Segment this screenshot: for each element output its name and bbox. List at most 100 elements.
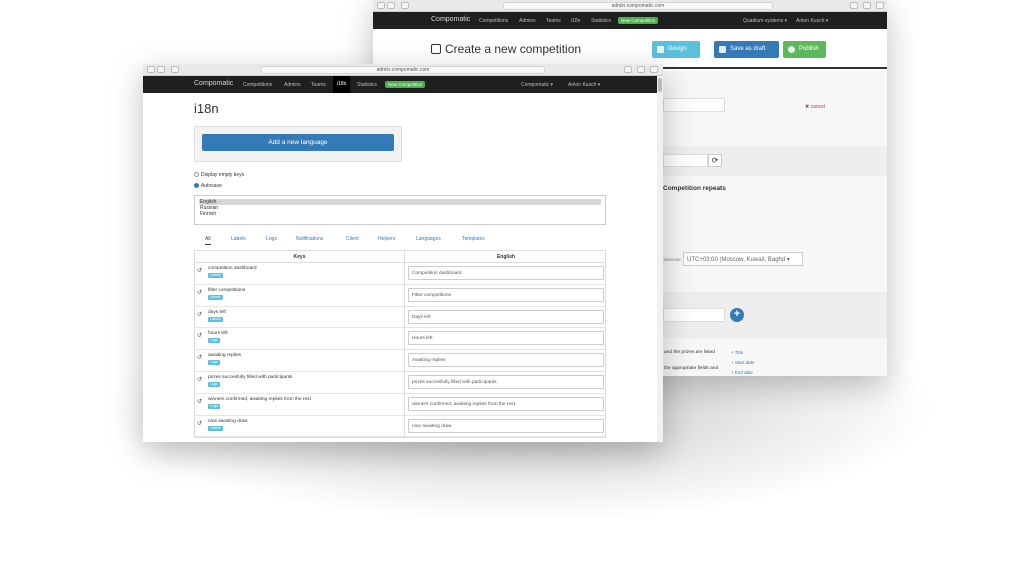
undo-icon[interactable]: ↺ xyxy=(197,420,202,427)
undo-icon[interactable]: ↺ xyxy=(197,376,202,383)
category-tag: Logs xyxy=(208,403,220,409)
prize-field[interactable] xyxy=(663,308,725,322)
brand-logo[interactable]: Compomatic xyxy=(431,16,470,23)
translation-input[interactable]: winners confirmed, awaiting replies from… xyxy=(408,396,604,411)
share-icon[interactable] xyxy=(850,2,858,9)
nav-teams[interactable]: Teams xyxy=(311,82,326,88)
autosave-option[interactable]: Autosave xyxy=(194,183,222,189)
translation-input[interactable]: prizes succesfully filled with participa… xyxy=(408,374,604,389)
sidebar-icon[interactable] xyxy=(401,2,409,9)
empty-keys-option[interactable]: Display empty keys xyxy=(194,172,244,178)
org-menu[interactable]: Compomatic ▾ xyxy=(521,82,553,88)
category-tag: Logs xyxy=(208,338,220,344)
tab-languages[interactable]: Languages xyxy=(416,236,441,242)
top-navbar: Compomatic Competitions Admins Teams i18… xyxy=(373,12,887,29)
prizes-help-text: and the prizes are listed xyxy=(664,350,715,355)
english-column-header: English xyxy=(404,251,607,263)
translation-input[interactable]: Days left xyxy=(408,309,604,324)
nav-competitions[interactable]: Competitions xyxy=(243,82,272,88)
tab-all[interactable]: All xyxy=(205,236,211,245)
title-field[interactable] xyxy=(663,98,725,112)
publish-button[interactable]: Publish xyxy=(783,41,826,58)
timezone-select[interactable]: UTC+03:00 (Moscow, Kuwait, Baghd ▾ xyxy=(683,252,803,266)
browser-chrome: admin.compomatic.com xyxy=(143,64,663,76)
translation-input[interactable]: Awaiting replies xyxy=(408,353,604,368)
design-label: Design xyxy=(668,46,687,52)
tabs-icon[interactable] xyxy=(637,66,645,73)
org-menu[interactable]: Quadium-systems ▾ xyxy=(743,18,787,24)
tab-client[interactable]: Client xyxy=(346,236,359,242)
tab-labels[interactable]: Labels xyxy=(231,236,246,242)
autosave-label: Autosave xyxy=(201,183,222,189)
tab-templates[interactable]: Templates xyxy=(462,236,485,242)
translation-input[interactable]: Competition dashboard xyxy=(408,266,604,280)
nav-teams[interactable]: Teams xyxy=(546,18,561,24)
undo-icon[interactable]: ↺ xyxy=(197,267,202,274)
forward-arrow-icon[interactable] xyxy=(157,66,165,73)
publish-label: Publish xyxy=(799,46,819,52)
undo-icon[interactable]: ↺ xyxy=(197,332,202,339)
page-scrollbar[interactable] xyxy=(657,76,663,442)
translation-input[interactable]: Hours left xyxy=(408,331,604,346)
nav-admins[interactable]: Admins xyxy=(284,82,301,88)
share-icon[interactable] xyxy=(624,66,632,73)
new-tab-icon[interactable] xyxy=(876,2,884,9)
language-select-list[interactable]: English Russian Finnish xyxy=(194,195,606,225)
date-field[interactable] xyxy=(663,154,708,167)
nav-i18n[interactable]: i18n xyxy=(571,18,580,24)
brand-logo[interactable]: Compomatic xyxy=(194,80,233,87)
category-tag: Labels xyxy=(208,425,223,431)
nav-i18n[interactable]: i18n xyxy=(333,76,351,93)
back-arrow-icon[interactable] xyxy=(147,66,155,73)
table-row: ↺ filter competitions Labels Filter competi… xyxy=(195,284,605,307)
save-draft-button[interactable]: Save as draft xyxy=(714,41,779,58)
forward-arrow-icon[interactable] xyxy=(387,2,395,9)
autosave-checkbox[interactable] xyxy=(194,183,199,188)
new-competition-button[interactable]: New Competition xyxy=(385,81,426,88)
address-bar[interactable]: admin.compomatic.com xyxy=(261,66,545,74)
undo-icon[interactable]: ↺ xyxy=(197,311,202,318)
add-language-button[interactable]: Add a new language xyxy=(202,134,394,151)
add-end-date-link[interactable]: + End date xyxy=(731,370,753,375)
page-title: Create a new competition xyxy=(431,42,581,56)
tab-logs[interactable]: Logs xyxy=(266,236,277,242)
refresh-icon[interactable]: ⟳ xyxy=(708,154,722,167)
gear-icon xyxy=(657,46,664,53)
sidebar-icon[interactable] xyxy=(171,66,179,73)
category-tag: Logs xyxy=(208,360,220,366)
scrollbar-thumb[interactable] xyxy=(658,78,662,92)
address-bar[interactable]: admin.compomatic.com xyxy=(503,2,773,10)
page-title-text: Create a new competition xyxy=(445,42,582,56)
add-start-date-link[interactable]: + Start date xyxy=(731,360,754,365)
nav-competitions[interactable]: Competitions xyxy=(479,18,508,24)
tabs-icon[interactable] xyxy=(863,2,871,9)
user-menu[interactable]: Anton Kusch ▾ xyxy=(568,82,600,88)
nav-admins[interactable]: Admins xyxy=(519,18,536,24)
nav-statistics[interactable]: Statistics xyxy=(591,18,611,24)
new-competition-button[interactable]: New Competition xyxy=(618,17,659,24)
browser-chrome: admin.compomatic.com xyxy=(373,0,887,12)
new-tab-icon[interactable] xyxy=(650,66,658,73)
translation-input[interactable]: Filter competitions xyxy=(408,287,604,302)
category-tabs: All Labels Logs Notifications Client Hel… xyxy=(194,236,606,248)
cancel-link[interactable]: ✖ cancel xyxy=(805,104,825,110)
empty-keys-checkbox[interactable] xyxy=(194,172,199,177)
nav-statistics[interactable]: Statistics xyxy=(357,82,377,88)
back-arrow-icon[interactable] xyxy=(377,2,385,9)
undo-icon[interactable]: ↺ xyxy=(197,354,202,361)
add-language-panel: Add a new language xyxy=(194,126,402,162)
undo-icon[interactable]: ↺ xyxy=(197,289,202,296)
user-menu[interactable]: Anton Kusch ▾ xyxy=(796,18,828,24)
design-button[interactable]: Design xyxy=(652,41,700,58)
globe-icon xyxy=(788,46,795,53)
table-row: ↺ now awaiting draw Labels now awaiting dra… xyxy=(195,415,605,438)
tab-notifications[interactable]: Notifications xyxy=(296,236,323,242)
translation-input[interactable]: now awaiting draw xyxy=(408,418,604,433)
add-prize-icon[interactable]: + xyxy=(730,308,744,322)
add-title-link[interactable]: + Title xyxy=(731,350,743,355)
undo-icon[interactable]: ↺ xyxy=(197,398,202,405)
repeats-label: Competition repeats xyxy=(663,185,726,192)
table-header: Keys English xyxy=(195,251,605,263)
language-option[interactable]: Finnish xyxy=(199,211,601,217)
tab-helpers[interactable]: Helpers xyxy=(378,236,395,242)
